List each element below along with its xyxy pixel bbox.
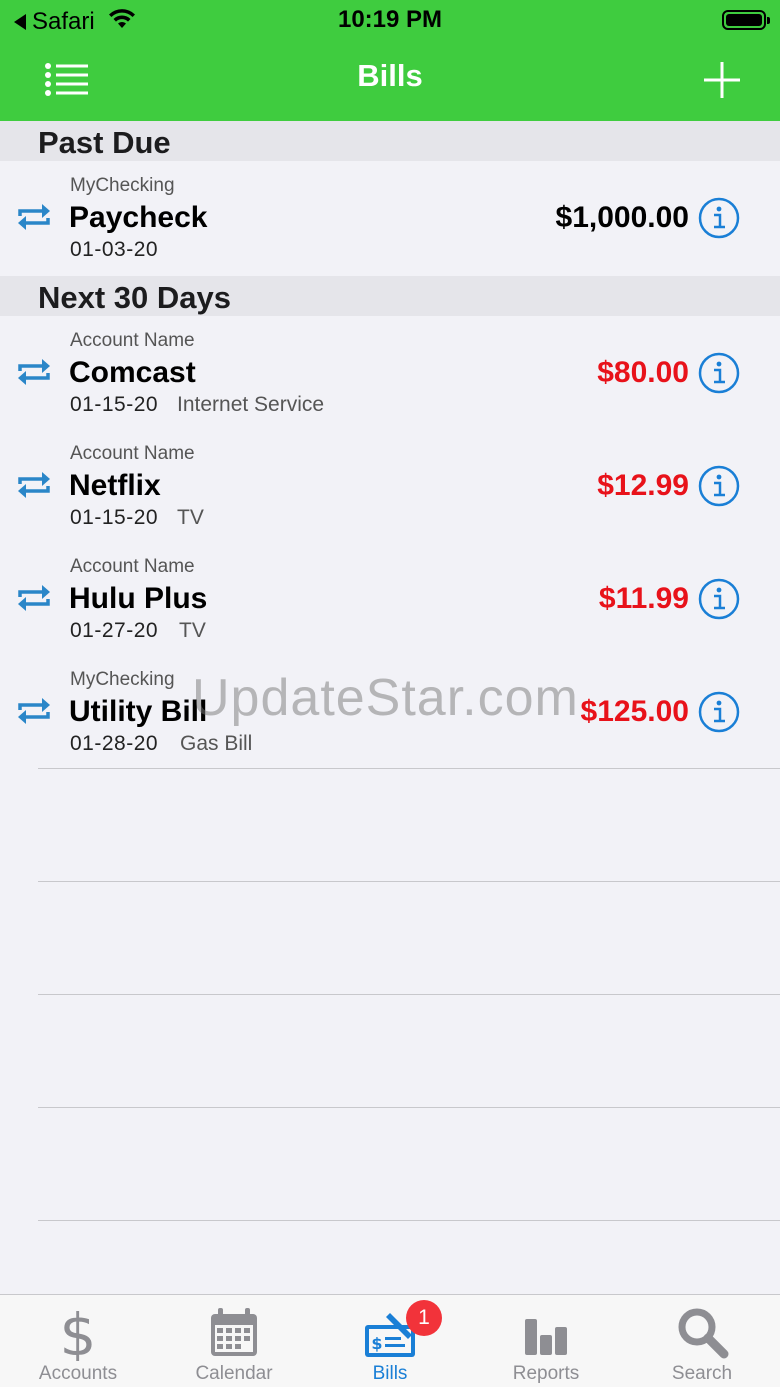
- bill-row[interactable]: Account Name Comcast 01-15-20 Internet S…: [0, 316, 780, 429]
- row-separator: [38, 1220, 780, 1221]
- repeat-icon: [18, 472, 50, 498]
- bill-date: 01-15-20: [70, 393, 159, 416]
- bill-account: MyChecking: [70, 175, 175, 196]
- bill-note: TV: [177, 506, 204, 529]
- section-title: Past Due: [38, 125, 171, 160]
- bill-account: Account Name: [70, 556, 195, 577]
- bill-amount: $11.99: [598, 582, 689, 615]
- bill-name: Utility Bill: [69, 695, 208, 728]
- section-title: Next 30 Days: [38, 280, 232, 315]
- tab-bills[interactable]: $ Bills: [312, 1295, 468, 1387]
- bill-amount: $125.00: [580, 695, 689, 728]
- bill-note: TV: [179, 619, 206, 642]
- tab-label: Calendar: [195, 1363, 273, 1384]
- row-separator: [38, 1107, 780, 1108]
- bill-name: Paycheck: [69, 201, 208, 234]
- bill-note: Internet Service: [177, 393, 325, 416]
- bill-date: 01-27-20: [70, 619, 159, 642]
- bill-date: 01-03-20: [70, 238, 159, 261]
- tab-accounts[interactable]: $ Accounts: [0, 1295, 156, 1387]
- bill-amount: $80.00: [597, 356, 689, 389]
- info-icon[interactable]: [698, 197, 740, 239]
- row-separator: [38, 994, 780, 995]
- tab-label: Bills: [372, 1363, 408, 1384]
- bill-amount: $1,000.00: [555, 201, 689, 234]
- add-icon[interactable]: [702, 60, 742, 100]
- bar-chart-icon: [525, 1319, 567, 1355]
- svg-text:$: $: [60, 1305, 97, 1361]
- repeat-icon: [18, 585, 50, 611]
- magnifier-icon: [678, 1308, 729, 1359]
- info-icon[interactable]: [698, 691, 740, 733]
- row-separator: [38, 768, 780, 769]
- bill-account: Account Name: [70, 330, 195, 351]
- bill-note: Gas Bill: [180, 732, 253, 755]
- repeat-icon: [18, 204, 50, 230]
- bill-account: Account Name: [70, 443, 195, 464]
- section-header-next-30-days: Next 30 Days: [0, 276, 780, 316]
- svg-text:$: $: [371, 1334, 382, 1353]
- tab-reports[interactable]: Reports: [468, 1295, 624, 1387]
- calendar-icon: [211, 1308, 257, 1356]
- tab-label: Reports: [512, 1363, 580, 1384]
- bills-badge: 1: [406, 1300, 442, 1336]
- bill-amount: $12.99: [597, 469, 689, 502]
- bill-account: MyChecking: [70, 669, 175, 690]
- repeat-icon: [18, 359, 50, 385]
- tab-bar: $ Accounts Calendar $ Bills Reports Sear…: [0, 1294, 780, 1387]
- bill-row[interactable]: Account Name Hulu Plus 01-27-20 TV $11.9…: [0, 542, 780, 655]
- bill-name: Netflix: [69, 469, 161, 502]
- row-separator: [38, 881, 780, 882]
- watermark: UpdateStar.com: [192, 669, 579, 727]
- info-icon[interactable]: [698, 352, 740, 394]
- bill-name: Comcast: [69, 356, 196, 389]
- repeat-icon: [18, 698, 50, 724]
- status-time: 10:19 PM: [337, 6, 443, 33]
- bill-row[interactable]: Account Name Netflix 01-15-20 TV $12.99: [0, 429, 780, 542]
- tab-label: Search: [671, 1363, 733, 1384]
- tab-calendar[interactable]: Calendar: [156, 1295, 312, 1387]
- tab-search[interactable]: Search: [624, 1295, 780, 1387]
- bill-row[interactable]: MyChecking Paycheck 01-03-20 $1,000.00: [0, 161, 780, 274]
- status-bar: Safari 10:19 PM: [0, 0, 780, 42]
- bill-date: 01-28-20: [70, 732, 159, 755]
- section-header-past-due: Past Due: [0, 121, 780, 161]
- battery-icon: [722, 10, 770, 30]
- page-title: Bills: [357, 58, 423, 93]
- bill-date: 01-15-20: [70, 506, 159, 529]
- dollar-icon: $: [60, 1305, 97, 1361]
- tab-label: Accounts: [38, 1363, 118, 1384]
- bill-name: Hulu Plus: [69, 582, 208, 615]
- navigation-header: Safari 10:19 PM Bills: [0, 0, 780, 121]
- info-icon[interactable]: [698, 578, 740, 620]
- info-icon[interactable]: [698, 465, 740, 507]
